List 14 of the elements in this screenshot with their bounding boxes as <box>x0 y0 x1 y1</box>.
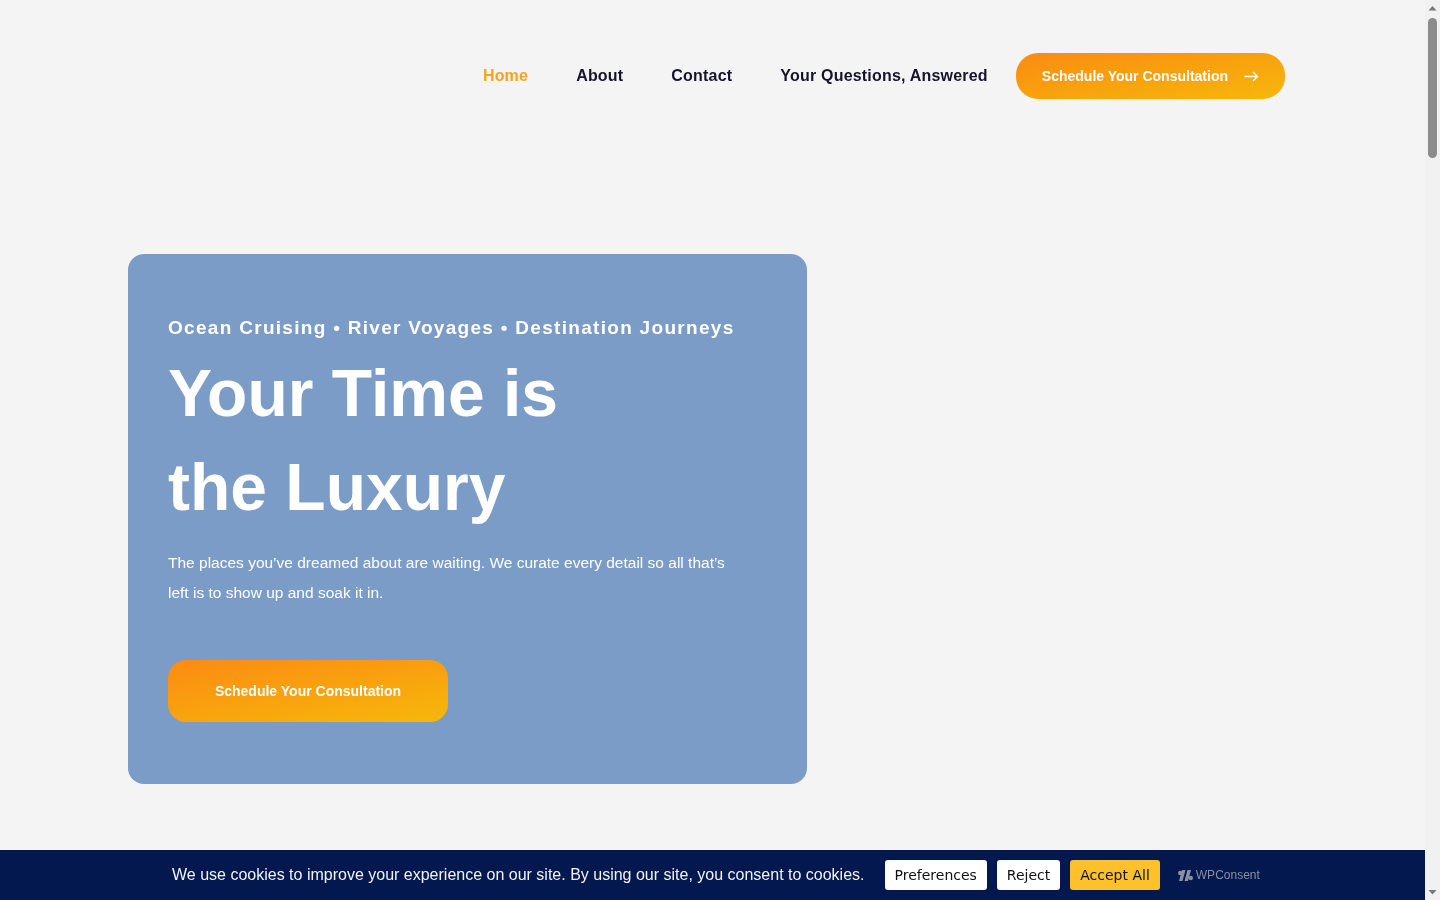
accept-all-button[interactable]: Accept All <box>1070 860 1160 890</box>
cookie-message: We use cookies to improve your experience on our site. By using our site, you consent to cookies. <box>172 865 865 885</box>
brand-name: WPConsent <box>1195 867 1260 884</box>
nav-link[interactable]: About <box>576 64 624 88</box>
hero-description: The places you’ve dreamed about are waiting. We curate every detail so all that’s left is to show up and soak it in. <box>168 553 726 603</box>
cookie-button[interactable]: Reject <box>996 860 1061 890</box>
scrollbar-thumb[interactable] <box>1428 18 1437 158</box>
nav-link[interactable]: Contact <box>671 64 733 88</box>
hero-title: Your Time is the Luxury <box>168 355 559 526</box>
cookie-button[interactable]: Preferences <box>884 860 987 890</box>
nav-link[interactable]: Your Questions, Answered <box>780 64 988 88</box>
arrow-right-icon <box>1244 70 1259 82</box>
brand-logo-icon <box>1177 869 1193 881</box>
hero-eyebrow: Ocean Cruising • River Voyages • Destination Journeys <box>168 316 736 340</box>
